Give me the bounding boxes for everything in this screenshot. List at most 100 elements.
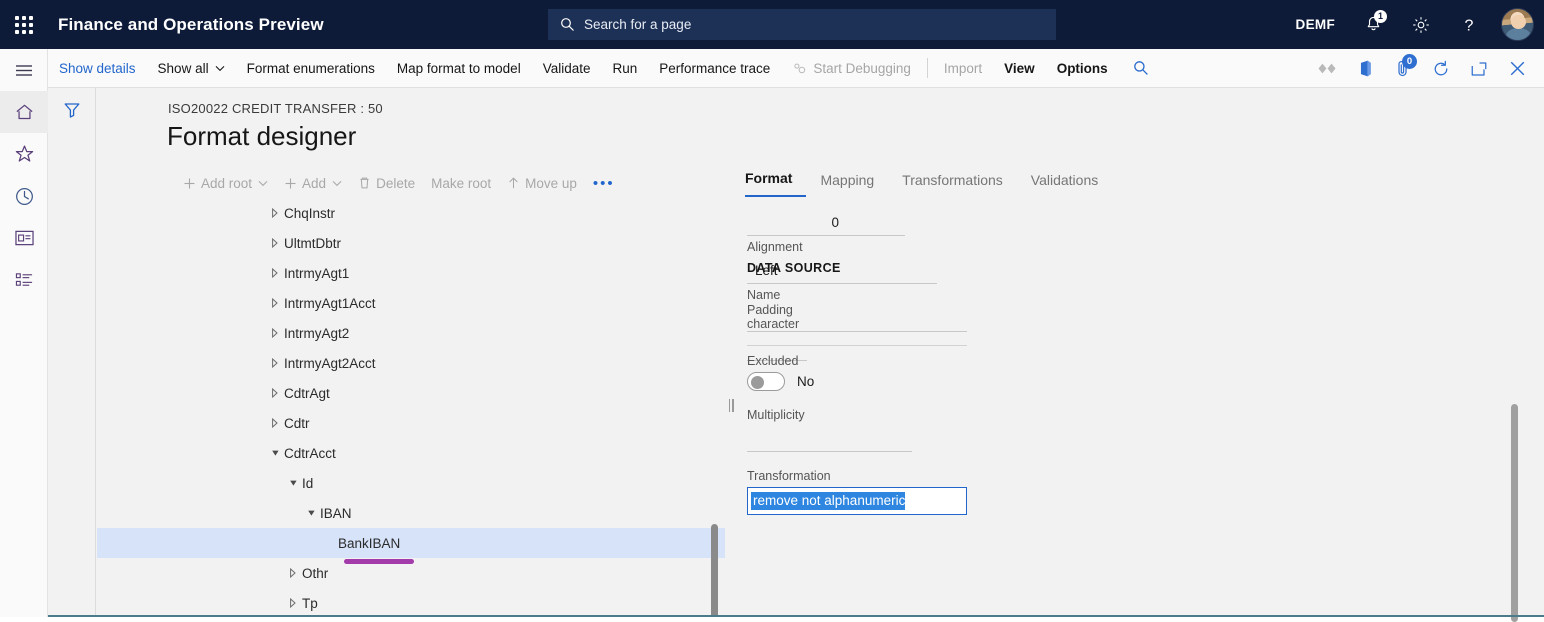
tree-node-chqinstr[interactable]: ChqInstr (97, 198, 725, 228)
tree-node-cdtr[interactable]: Cdtr (97, 408, 725, 438)
tree-node-bankiban[interactable]: BankIBAN (97, 528, 725, 558)
excluded-toggle[interactable] (747, 372, 785, 391)
sidebar-item-favorites-star[interactable] (0, 133, 48, 175)
page-vertical-scrollbar[interactable] (1511, 404, 1518, 622)
share-diamonds-icon[interactable] (1308, 49, 1346, 88)
sidebar-item-workspaces[interactable] (0, 217, 48, 259)
toolbar-overflow-button[interactable]: ••• (585, 168, 623, 198)
filter-funnel-icon[interactable] (48, 88, 96, 132)
command-label: Run (613, 61, 638, 76)
tree-node-intrmyagt1[interactable]: IntrmyAgt1 (97, 258, 725, 288)
close-icon[interactable] (1498, 49, 1536, 88)
command-performance-trace[interactable]: Performance trace (648, 49, 781, 88)
command-import: Import (933, 49, 993, 88)
tree-vertical-scrollbar[interactable] (711, 524, 718, 617)
tree-node-cdtracct[interactable]: CdtrAcct (97, 438, 725, 468)
attachments-icon[interactable]: 0 (1384, 49, 1422, 88)
chevron-right-icon[interactable] (266, 228, 284, 258)
transformation-input[interactable]: remove not alphanumeric (747, 487, 967, 515)
user-avatar[interactable] (1501, 8, 1534, 41)
chevron-down-icon (332, 180, 342, 187)
sidebar-item-hamburger-menu[interactable] (0, 49, 48, 91)
tree-node-intrmyagt2acct[interactable]: IntrmyAgt2Acct (97, 348, 725, 378)
page-title: Format designer (167, 121, 356, 152)
tree-node-iban[interactable]: IBAN (97, 498, 725, 528)
tab-label: Mapping (820, 172, 874, 188)
name-input[interactable] (747, 306, 967, 332)
sidebar-item-home[interactable] (0, 91, 48, 133)
chevron-right-icon[interactable] (266, 408, 284, 438)
command-label: Options (1057, 61, 1108, 76)
command-label: Performance trace (659, 61, 770, 76)
app-launcher-icon[interactable] (0, 0, 48, 49)
command-separator (927, 58, 928, 78)
command-options[interactable]: Options (1046, 49, 1119, 88)
divider (747, 345, 967, 346)
tree-node-cdtragt[interactable]: CdtrAgt (97, 378, 725, 408)
chevron-right-icon[interactable] (266, 348, 284, 378)
sidebar-item-recent-clock[interactable] (0, 175, 48, 217)
command-view[interactable]: View (993, 49, 1046, 88)
app-title: Finance and Operations Preview (58, 15, 324, 35)
command-bar-search-icon[interactable] (1119, 49, 1163, 88)
data-source-section-title: DATA SOURCE (747, 261, 841, 275)
svg-text:?: ? (1465, 17, 1474, 34)
chevron-right-icon[interactable] (266, 288, 284, 318)
company-selector[interactable]: DEMF (1282, 17, 1349, 32)
excluded-label: Excluded (747, 354, 814, 368)
attachments-badge: 0 (1402, 54, 1417, 69)
settings-gear-icon[interactable] (1397, 0, 1445, 49)
tree-node-ultmtdbtr[interactable]: UltmtDbtr (97, 228, 725, 258)
notifications-icon[interactable]: 1 (1349, 0, 1397, 49)
tree-node-label: IntrmyAgt2Acct (284, 356, 376, 371)
command-label: Start Debugging (813, 61, 911, 76)
panel-splitter[interactable] (727, 398, 735, 412)
plus-icon (284, 177, 297, 190)
tree-toolbar: Add root Add Delete (175, 168, 623, 198)
command-validate[interactable]: Validate (532, 49, 602, 88)
number-field-input[interactable] (747, 210, 905, 236)
sidebar-item-modules-list[interactable] (0, 259, 48, 301)
excluded-value: No (797, 374, 814, 389)
chevron-down-filled-icon[interactable] (266, 438, 284, 468)
help-question-icon[interactable]: ? (1445, 0, 1493, 49)
chevron-down-filled-icon[interactable] (284, 468, 302, 498)
tree-node-label: UltmtDbtr (284, 236, 341, 251)
tree-node-tp[interactable]: Tp (97, 588, 725, 617)
refresh-icon[interactable] (1422, 49, 1460, 88)
transformation-label: Transformation (747, 469, 967, 483)
command-format-enumerations[interactable]: Format enumerations (236, 49, 386, 88)
chevron-right-icon[interactable] (266, 198, 284, 228)
alignment-label: Alignment (747, 240, 937, 254)
tree-node-intrmyagt1acct[interactable]: IntrmyAgt1Acct (97, 288, 725, 318)
command-show-all[interactable]: Show all (147, 49, 236, 88)
tree-node-label: IntrmyAgt2 (284, 326, 349, 341)
chevron-right-icon[interactable] (284, 558, 302, 588)
global-search-box[interactable]: Search for a page (548, 9, 1056, 40)
tree-node-othr[interactable]: Othr (97, 558, 725, 588)
command-label: View (1004, 61, 1035, 76)
command-map-format-to-model[interactable]: Map format to model (386, 49, 532, 88)
multiplicity-input[interactable] (747, 426, 912, 452)
chevron-right-icon[interactable] (266, 318, 284, 348)
command-show-details[interactable]: Show details (48, 49, 147, 88)
toolbar-label: Add root (201, 176, 252, 191)
multiplicity-field-group: Multiplicity (747, 408, 912, 452)
popout-icon[interactable] (1460, 49, 1498, 88)
chevron-right-icon[interactable] (284, 588, 302, 617)
tree-node-id[interactable]: Id (97, 468, 725, 498)
chevron-down-filled-icon[interactable] (302, 498, 320, 528)
page-body: ISO20022 CREDIT TRANSFER : 50 Format des… (48, 88, 1544, 617)
office-app-icon[interactable] (1346, 49, 1384, 88)
tab-format[interactable]: Format (745, 170, 806, 197)
notification-badge: 1 (1374, 10, 1387, 23)
tab-mapping[interactable]: Mapping (806, 172, 888, 197)
search-icon (560, 17, 575, 32)
tab-validations[interactable]: Validations (1017, 172, 1112, 197)
tree-node-intrmyagt2[interactable]: IntrmyAgt2 (97, 318, 725, 348)
tab-transformations[interactable]: Transformations (888, 172, 1017, 197)
chevron-right-icon[interactable] (266, 258, 284, 288)
command-run[interactable]: Run (602, 49, 649, 88)
chevron-right-icon[interactable] (266, 378, 284, 408)
command-label: Format enumerations (247, 61, 375, 76)
